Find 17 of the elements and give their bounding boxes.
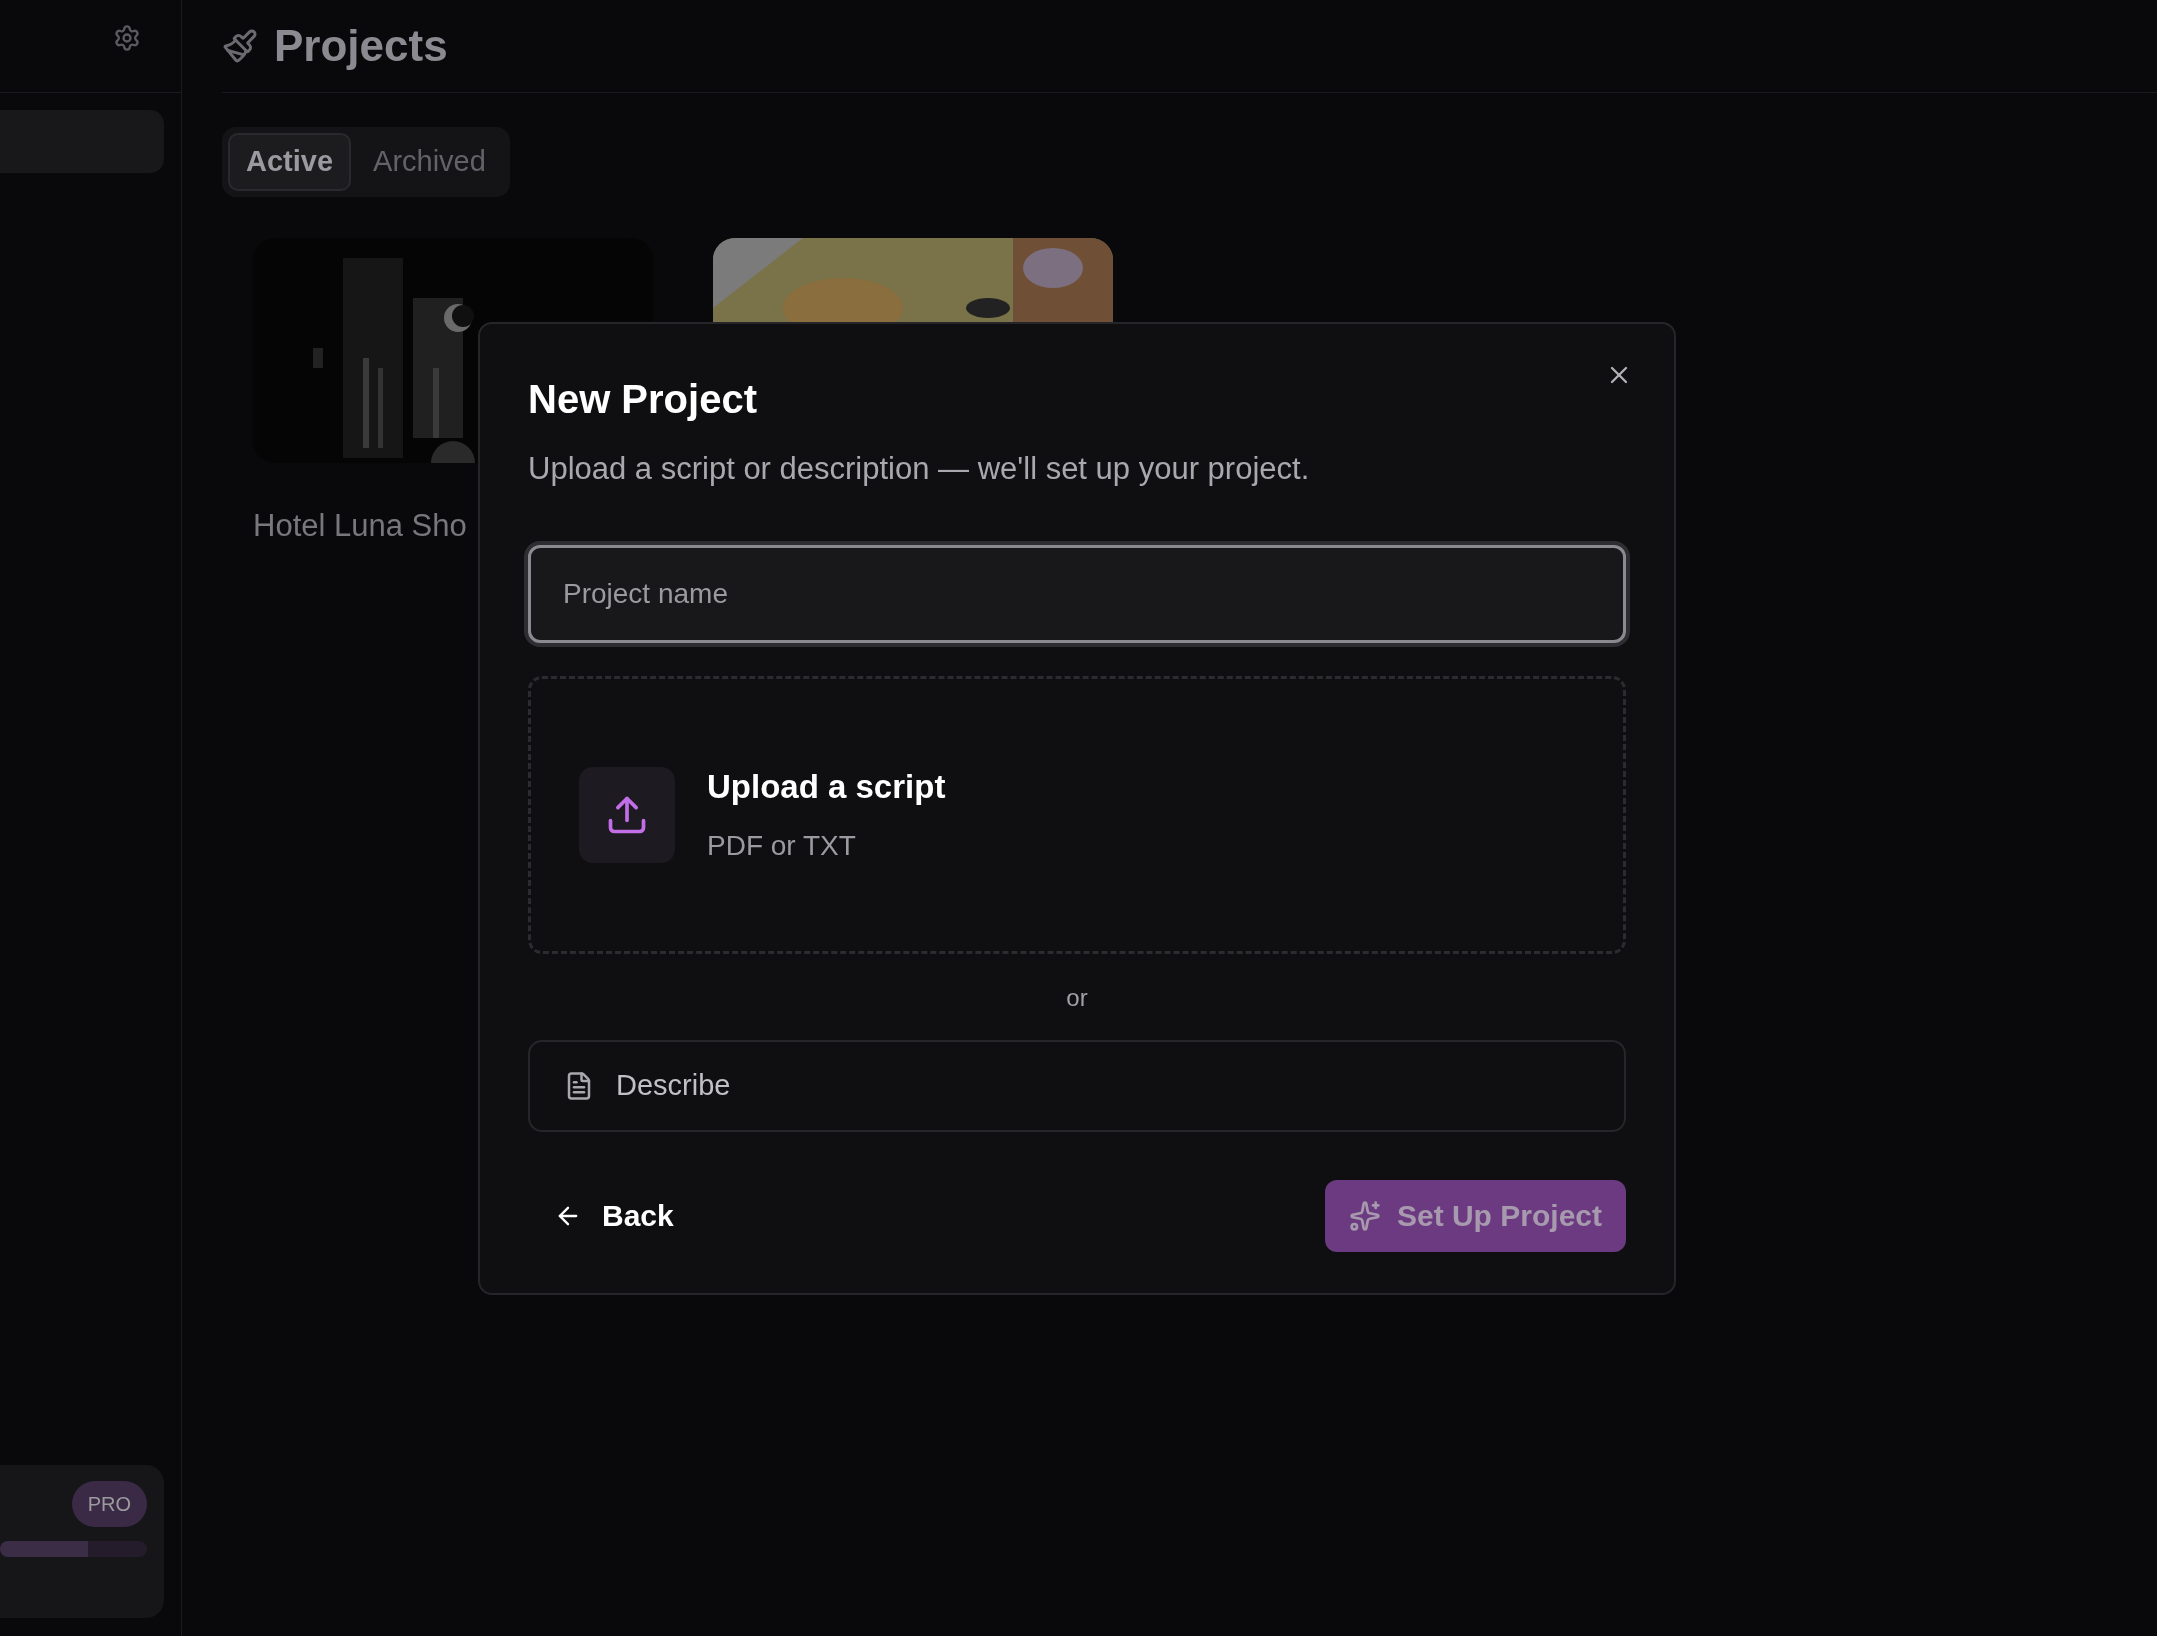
project-title: Hotel Luna Sho [253,507,468,545]
paintbrush-icon [222,28,258,64]
project-name-field[interactable]: Project name [528,544,1626,643]
upload-dropzone[interactable]: Upload a script PDF or TXT [528,675,1626,954]
upload-hint: PDF or TXT [707,829,857,864]
upload-icon [579,766,675,863]
tab[interactable]: Active [228,133,352,191]
pro-badge: PRO [71,1481,147,1527]
separator-text: or [1066,982,1088,1013]
dialog-subtitle: Upload a script or description — we'll set up your project. [528,450,1311,488]
upload-title: Upload a script [707,766,946,807]
dialog-title: New Project [528,376,758,423]
sparkles-icon [1348,1199,1381,1232]
describe-button[interactable]: Describe [528,1039,1626,1132]
page-title: Projects [274,20,448,72]
back-button[interactable]: Back [528,1179,700,1252]
settings-icon[interactable] [113,24,141,52]
